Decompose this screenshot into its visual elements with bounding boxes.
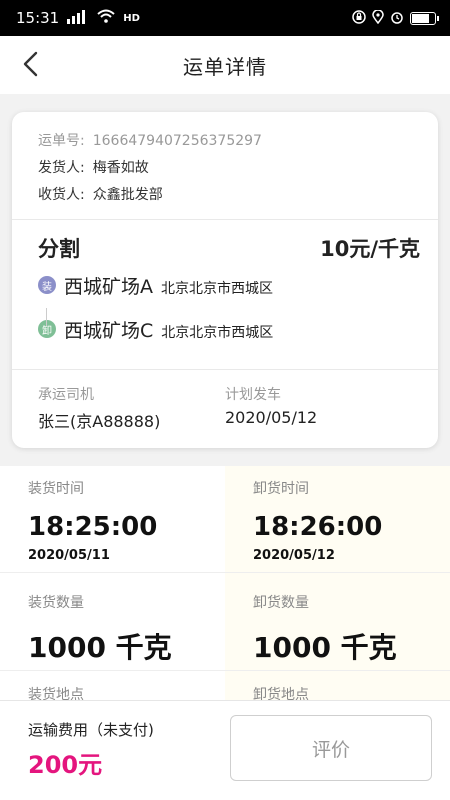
waybill-number: 1666479407256375297	[92, 133, 262, 149]
load-place: 西城矿场A	[64, 275, 153, 298]
fee-label: 运输费用（未支付)	[28, 721, 154, 739]
unload-qty-label: 卸货数量	[253, 595, 309, 611]
hd-badge: HD	[123, 12, 140, 24]
alarm-icon	[390, 10, 404, 27]
wifi-icon	[97, 9, 115, 27]
unload-time-label: 卸货时间	[253, 481, 309, 497]
load-time: 18:25:00	[28, 512, 158, 542]
load-address: 北京北京市西城区	[161, 281, 273, 297]
lock-icon	[352, 9, 366, 27]
nav-bar: 运单详情	[0, 36, 450, 94]
unload-time: 18:26:00	[253, 512, 383, 542]
waybill-number-row: 运单号: 1666479407256375297	[38, 128, 412, 155]
battery-icon	[410, 11, 439, 25]
shipper-label: 发货人:	[38, 160, 85, 176]
unload-badge: 卸	[38, 320, 56, 338]
driver-col: 承运司机 张三(京A88888)	[38, 384, 225, 432]
unload-place: 西城矿场C	[64, 319, 154, 342]
grid-divider	[0, 572, 450, 573]
carrier-section: 承运司机 张三(京A88888) 计划发车 2020/05/12	[12, 370, 438, 432]
battery-fill	[412, 13, 429, 23]
load-qty-cell: 装货数量 1000 千克	[0, 592, 225, 666]
goods-section: 分割 10元/千克 装 西城矿场A 北京北京市西城区 卸 西城矿场C 北京北京市…	[12, 220, 438, 370]
consignee-row: 收货人: 众鑫批发部	[38, 182, 412, 209]
plan-label: 计划发车	[225, 387, 281, 403]
fee-amount: 200元	[28, 751, 103, 779]
grid-divider-2	[0, 670, 450, 671]
unload-qty: 1000 千克	[253, 631, 397, 664]
driver-label: 承运司机	[38, 387, 94, 403]
chevron-left-icon	[23, 51, 38, 77]
status-bar: 15:31 HD	[0, 0, 450, 36]
load-time-cell: 装货时间 18:25:00 2020/05/11	[0, 478, 225, 563]
load-qty-label: 装货数量	[28, 595, 84, 611]
status-left: 15:31 HD	[16, 9, 140, 27]
waybill-info: 运单号: 1666479407256375297 发货人: 梅香如故 收货人: …	[12, 112, 438, 220]
unload-date: 2020/05/12	[253, 548, 335, 563]
shipper-row: 发货人: 梅香如故	[38, 155, 412, 182]
page-title: 运单详情	[183, 54, 267, 79]
driver-value: 张三(京A88888)	[38, 412, 161, 431]
unload-address: 北京北京市西城区	[161, 325, 274, 341]
goods-head: 分割 10元/千克	[38, 232, 420, 264]
load-time-label: 装货时间	[28, 481, 84, 497]
details-grid: 装货时间 18:25:00 2020/05/11 卸货时间 18:26:00 2…	[0, 466, 450, 706]
goods-price: 10元/千克	[320, 237, 420, 261]
load-date: 2020/05/11	[28, 548, 110, 563]
shipper-value: 梅香如故	[92, 160, 149, 176]
consignee-label: 收货人:	[38, 187, 85, 203]
unload-time-cell: 卸货时间 18:26:00 2020/05/12	[225, 478, 450, 563]
bottom-bar: 运输费用（未支付) 200元 评价	[0, 700, 450, 800]
load-stop: 装 西城矿场A 北京北京市西城区	[38, 270, 420, 300]
unload-qty-cell: 卸货数量 1000 千克	[225, 592, 450, 666]
route-connector	[46, 308, 47, 326]
back-button[interactable]	[12, 46, 48, 82]
plan-date: 2020/05/12	[225, 408, 318, 427]
unload-stop: 卸 西城矿场C 北京北京市西城区	[38, 314, 420, 344]
review-button[interactable]: 评价	[230, 715, 432, 781]
signal-icon	[67, 9, 89, 27]
goods-name: 分割	[38, 237, 80, 261]
consignee-value: 众鑫批发部	[92, 187, 163, 203]
load-qty: 1000 千克	[28, 631, 172, 664]
waybill-card: 运单号: 1666479407256375297 发货人: 梅香如故 收货人: …	[12, 112, 438, 448]
load-badge: 装	[38, 276, 56, 294]
plan-col: 计划发车 2020/05/12	[225, 384, 412, 432]
waybill-number-label: 运单号:	[38, 133, 85, 149]
status-time: 15:31	[16, 9, 60, 27]
location-icon	[372, 8, 384, 27]
status-right	[352, 8, 439, 27]
